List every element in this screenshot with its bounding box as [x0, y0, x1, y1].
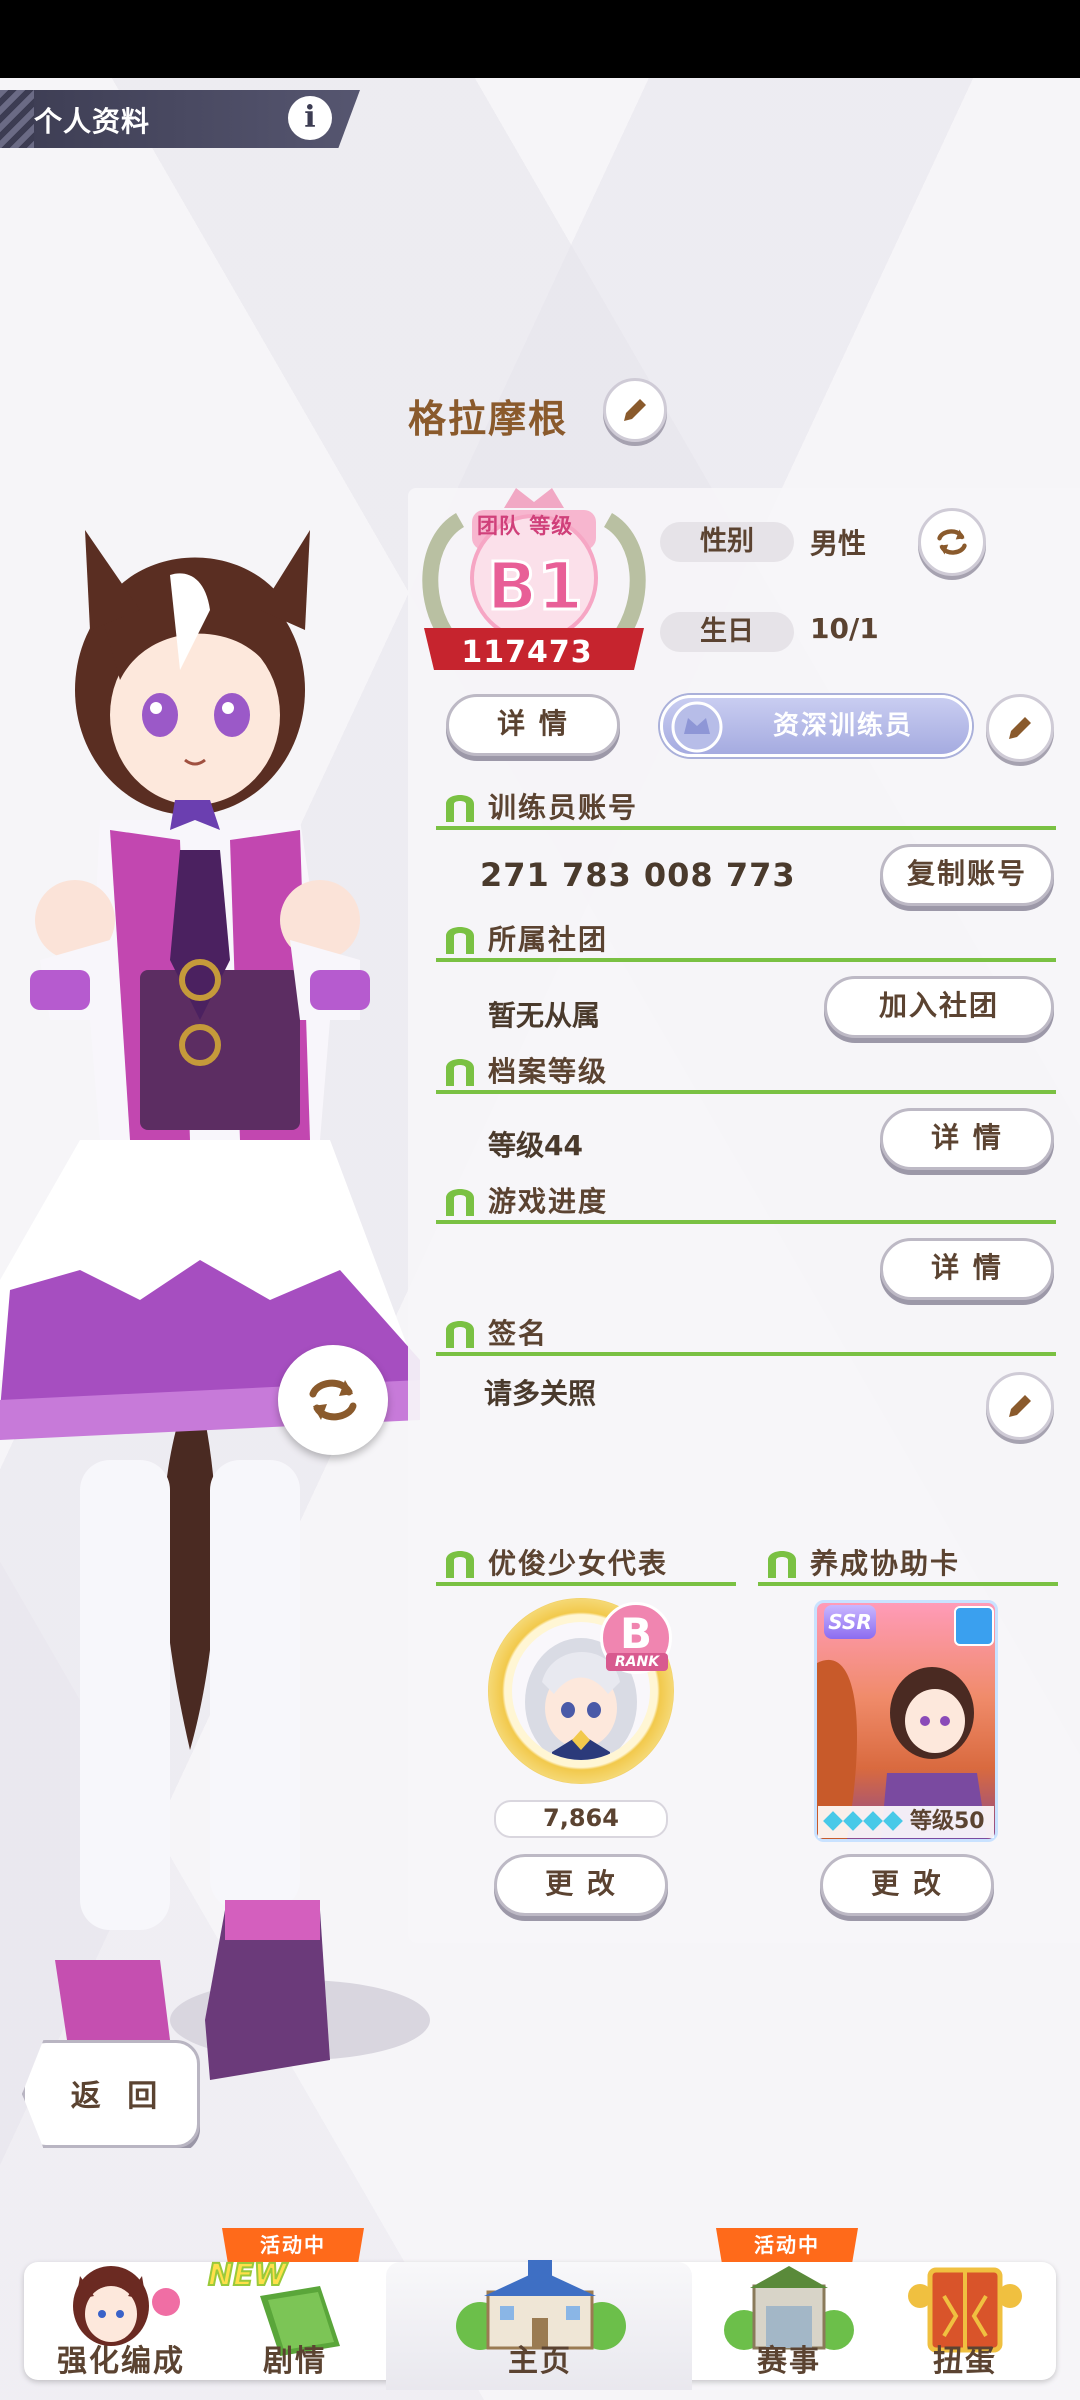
pencil-icon [1009, 1395, 1031, 1417]
back-button[interactable]: 返 回 [22, 2040, 200, 2148]
pencil-icon [1009, 717, 1031, 739]
horseshoe-icon [446, 795, 474, 822]
change-support-card-button[interactable]: 更 改 [820, 1854, 994, 1916]
player-name: 格拉摩根 [408, 397, 569, 441]
status-bar [0, 0, 1080, 78]
new-badge: NEW [207, 2257, 288, 2294]
gender-value: 男性 [810, 527, 867, 560]
nav-label: 主页 [508, 2344, 572, 2379]
info-icon[interactable]: i [288, 96, 332, 140]
section-club: 所属社团 [436, 918, 1056, 962]
rank-points: 117473 [461, 635, 593, 670]
profile-level-details-button[interactable]: 详 情 [880, 1108, 1054, 1170]
support-type-icon [954, 1606, 994, 1646]
section-title: 养成协助卡 [810, 1547, 961, 1580]
nav-label: 扭蛋 [933, 2344, 997, 2379]
nav-enhance[interactable]: 强化编成 [36, 2256, 206, 2386]
section-title: 所属社团 [488, 923, 609, 956]
page-title: 个人资料 [34, 105, 151, 138]
nav-label: 赛事 [757, 2344, 821, 2379]
horseshoe-icon [446, 1551, 474, 1578]
section-title: 优俊少女代表 [488, 1547, 669, 1580]
section-account: 训练员账号 [436, 786, 1056, 830]
progress-details-button[interactable]: 详 情 [880, 1238, 1054, 1300]
representative-score: 7,864 [494, 1800, 668, 1838]
horseshoe-icon [446, 927, 474, 954]
swap-icon [937, 529, 967, 555]
section-representative: 优俊少女代表 [436, 1542, 736, 1586]
nav-home[interactable]: 主页 [440, 2256, 640, 2386]
horseshoe-icon [446, 1189, 474, 1216]
section-title: 档案等级 [488, 1055, 609, 1088]
join-club-button[interactable]: 加入社团 [824, 976, 1054, 1038]
rank-badge-sub: RANK [606, 1653, 668, 1671]
section-support-card: 养成协助卡 [758, 1542, 1058, 1586]
horseshoe-icon [446, 1321, 474, 1348]
horseshoe-icon [446, 1059, 474, 1086]
copy-account-button[interactable]: 复制账号 [880, 844, 1054, 906]
account-id: 271 783 008 773 [480, 856, 796, 894]
birthday-label: 生日 [660, 612, 794, 652]
support-card-level: 等级50 [910, 1809, 985, 1834]
edit-name-button[interactable] [603, 378, 667, 442]
section-progress: 游戏进度 [436, 1180, 1056, 1224]
pencil-icon [624, 399, 646, 421]
section-title: 签名 [488, 1317, 549, 1350]
club-value: 暂无从属 [488, 999, 601, 1032]
birthday-value: 10/1 [810, 612, 879, 645]
change-representative-button[interactable]: 更 改 [494, 1854, 668, 1916]
rotate-character-button[interactable] [278, 1345, 388, 1455]
signature-value: 请多关照 [484, 1377, 597, 1410]
switch-gender-button[interactable] [918, 508, 986, 576]
character-illustration [0, 530, 430, 2080]
section-signature: 签名 [436, 1312, 1056, 1356]
section-title: 游戏进度 [488, 1185, 609, 1218]
gender-label: 性别 [660, 522, 794, 562]
edit-title-button[interactable] [986, 694, 1054, 762]
profile-level-value: 等级44 [488, 1129, 583, 1162]
event-tag: 活动中 [716, 2228, 858, 2262]
event-tag: 活动中 [222, 2228, 364, 2262]
rank-team-label: 团队 等级 [477, 514, 574, 538]
section-title: 训练员账号 [488, 791, 639, 824]
horseshoe-icon [768, 1551, 796, 1578]
trainer-crest-icon [671, 701, 723, 753]
rarity-badge: SSR [824, 1605, 876, 1639]
rank-grade: B1 [485, 547, 584, 627]
rank-details-button[interactable]: 详 情 [446, 694, 620, 756]
nav-label: 强化编成 [57, 2344, 185, 2379]
rotate-icon [309, 1379, 357, 1421]
nav-label: 剧情 [263, 2344, 327, 2379]
edit-signature-button[interactable] [986, 1372, 1054, 1440]
section-profile-level: 档案等级 [436, 1050, 1056, 1094]
nav-gacha[interactable]: 扭蛋 [880, 2256, 1050, 2386]
nav-race[interactable]: 赛事 [704, 2256, 874, 2386]
